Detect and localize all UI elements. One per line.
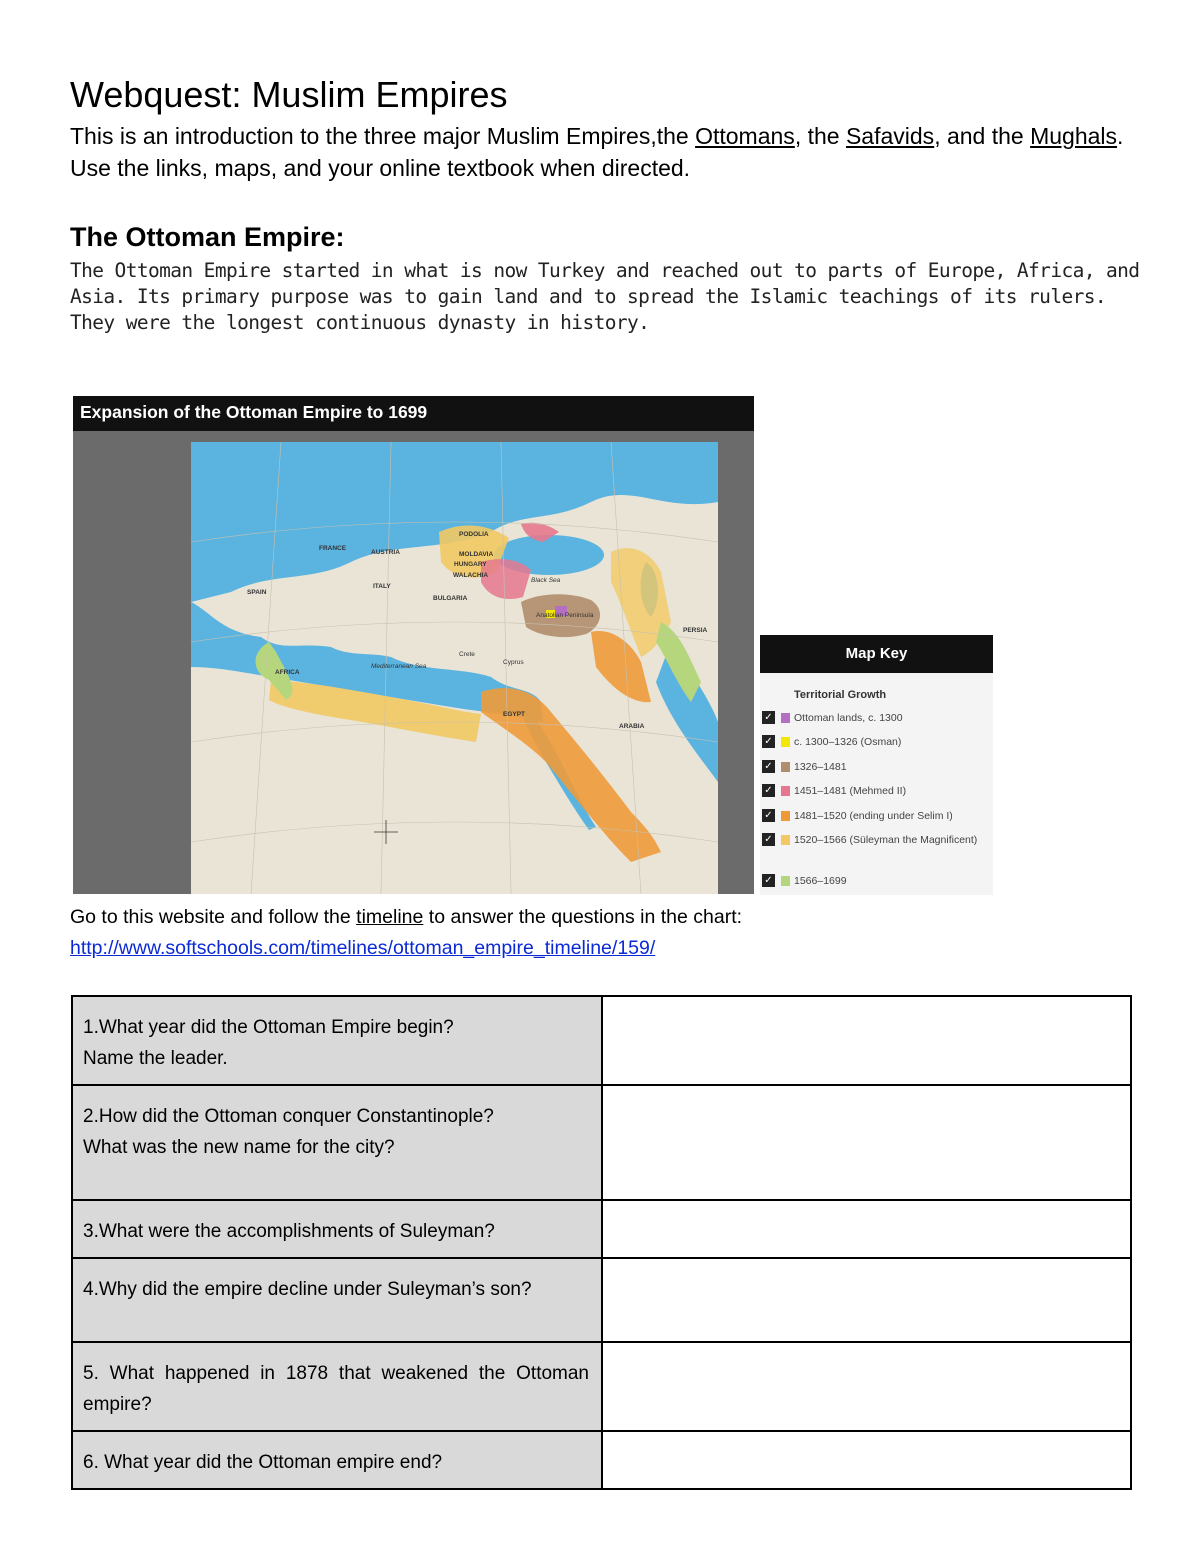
answer-cell[interactable] [601,1084,1132,1201]
question-cell: 6. What year did the Ottoman empire end? [71,1430,603,1490]
checkbox-icon[interactable]: ✓ [762,784,775,797]
color-swatch [781,713,790,723]
map-label-france: FRANCE [319,545,347,552]
question-text: 6. What year did the Ottoman empire end? [83,1452,443,1473]
map-label-podolia: PODOLIA [459,531,489,538]
map-label-crete: Crete [459,651,475,658]
color-swatch [781,811,790,821]
map-label-moldavia: MOLDAVIA [459,551,493,558]
map-label-arabia: ARABIA [619,723,645,730]
instructions-text-2: to answer the questions in the chart: [423,906,743,928]
questions-table: 1.What year did the Ottoman Empire begin… [71,995,1132,1490]
question-text: 3.What were the accomplishments of Suley… [83,1221,495,1242]
table-row: 5. What happened in 1878 that weakened t… [71,1341,1132,1432]
table-row: 3.What were the accomplishments of Suley… [71,1199,1132,1259]
map-label-egypt: EGYPT [503,711,525,718]
mughals-link[interactable]: Mughals [1030,123,1117,149]
timeline-link[interactable]: timeline [356,906,423,928]
intro-text-2: , the [794,123,846,149]
map-label-cyprus: Cyprus [503,659,524,666]
instructions-text-1: Go to this website and follow the [70,906,357,928]
checkbox-icon[interactable]: ✓ [762,760,775,773]
question-cell: 5. What happened in 1878 that weakened t… [71,1341,603,1432]
map-key-label: Ottoman lands, c. 1300 [794,712,903,724]
map-label-austria: AUSTRIA [371,549,400,556]
answer-cell[interactable] [601,1257,1132,1343]
question-text: Name the leader. [83,1048,228,1069]
ottomans-link[interactable]: Ottomans [695,123,795,149]
table-row: 2.How did the Ottoman conquer Constantin… [71,1084,1132,1201]
section-paragraph: The Ottoman Empire started in what is no… [70,259,1140,334]
answer-cell[interactable] [601,1430,1132,1490]
question-text: What was the new name for the city? [83,1137,395,1158]
question-text: 4.Why did the empire decline under Suley… [83,1279,532,1300]
question-text: 1.What year did the Ottoman Empire begin… [83,1017,454,1038]
intro-paragraph: This is an introduction to the three maj… [70,120,1140,184]
map-key-title: Map Key [845,645,908,662]
table-row: 1.What year did the Ottoman Empire begin… [71,995,1132,1086]
intro-text-3: , and the [934,123,1031,149]
question-cell: 2.How did the Ottoman conquer Constantin… [71,1084,603,1201]
map-label-bulgaria: BULGARIA [433,595,468,602]
checkbox-icon[interactable]: ✓ [762,711,775,724]
map-title: Expansion of the Ottoman Empire to 1699 [80,402,428,422]
timeline-url-link[interactable]: http://www.softschools.com/timelines/ott… [70,937,655,960]
page-title: Webquest: Muslim Empires [70,74,508,115]
table-row: 6. What year did the Ottoman empire end? [71,1430,1132,1490]
map-key: Map Key Territorial Growth ✓ Ottoman lan… [760,635,993,895]
answer-cell[interactable] [601,1341,1132,1432]
map-key-label: 1326–1481 [794,761,847,773]
answer-cell[interactable] [601,1199,1132,1259]
map-label-hungary: HUNGARY [454,561,487,568]
question-text: 5. What happened in 1878 that weakened t… [83,1363,589,1415]
answer-cell[interactable] [601,995,1132,1086]
map-label-persia: PERSIA [683,627,708,634]
map-label-spain: SPAIN [247,589,267,596]
map-label-med-sea: Mediterranean Sea [371,663,427,670]
map-label-africa: AFRICA [275,669,300,676]
map-key-label: 1566–1699 [794,875,847,887]
checkbox-icon[interactable]: ✓ [762,833,775,846]
checkbox-icon[interactable]: ✓ [762,735,775,748]
map-label-walachia: WALACHIA [453,572,488,579]
map-key-header: Map Key [760,635,993,673]
intro-text-1: This is an introduction to the three maj… [70,123,696,149]
checkbox-icon[interactable]: ✓ [762,874,775,887]
map-key-label: 1451–1481 (Mehmed II) [794,785,907,797]
map-title-bar: Expansion of the Ottoman Empire to 1699 [73,396,754,431]
instructions-line: Go to this website and follow the timeli… [70,906,742,929]
color-swatch [781,762,790,772]
question-cell: 3.What were the accomplishments of Suley… [71,1199,603,1259]
map-key-label: 1520–1566 (Süleyman the Magnificent) [794,834,978,846]
ottoman-expansion-map: Expansion of the Ottoman Empire to 1699 [73,396,754,894]
question-cell: 4.Why did the empire decline under Suley… [71,1257,603,1343]
color-swatch [781,786,790,796]
checkbox-icon[interactable]: ✓ [762,809,775,822]
map-label-black-sea: Black Sea [531,577,561,584]
map-label-italy: ITALY [373,583,391,590]
question-cell: 1.What year did the Ottoman Empire begin… [71,995,603,1086]
color-swatch [781,737,790,747]
map-image: FRANCE AUSTRIA SPAIN ITALY AFRICA HUNGAR… [191,442,718,894]
section-heading: The Ottoman Empire: [70,222,345,252]
safavids-link[interactable]: Safavids [846,123,934,149]
color-swatch [781,876,790,886]
color-swatch [781,835,790,845]
map-label-anatolian: Anatolian Peninsula [536,612,594,619]
question-text: 2.How did the Ottoman conquer Constantin… [83,1106,494,1127]
map-key-subtitle: Territorial Growth [794,689,887,701]
map-key-label: c. 1300–1326 (Osman) [794,736,902,748]
table-row: 4.Why did the empire decline under Suley… [71,1257,1132,1343]
map-key-label: 1481–1520 (ending under Selim I) [794,810,953,822]
